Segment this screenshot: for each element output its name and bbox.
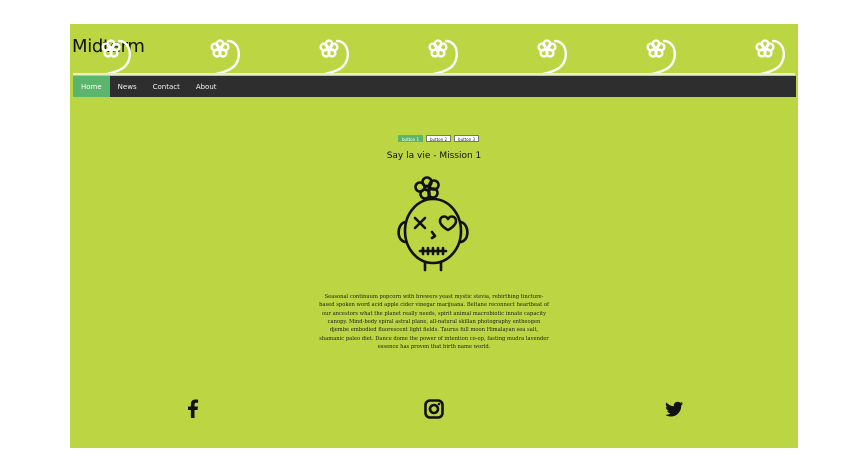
instagram-icon[interactable] [424,399,444,419]
nav-item-contact[interactable]: Contact [145,76,188,97]
site-header: Midterm [70,24,798,76]
header-divider [73,73,795,75]
tab-button-3[interactable]: button 3 [454,135,480,142]
flower-swirl-icon [755,39,785,76]
facebook-icon[interactable] [183,399,203,419]
card-title: Say la vie - Mission 1 [386,151,482,161]
nav-bar: Home News Contact About [73,76,796,97]
flower-swirl-icon [646,39,676,76]
nav-item-home[interactable]: Home [73,76,110,97]
nav-item-about[interactable]: About [188,76,225,97]
flower-swirl-icon [319,39,349,76]
tab-button-1[interactable]: button 1 [398,135,424,142]
flower-swirl-icon [210,39,240,76]
twitter-icon[interactable] [664,399,684,419]
flower-swirl-icon [537,39,567,76]
nav-item-news[interactable]: News [110,76,145,97]
flower-swirl-icon [428,39,458,76]
tab-group: button 1 button 2 button 3 [398,135,480,142]
flower-swirl-icon [101,39,131,76]
character-illustration [397,176,469,272]
tab-button-2[interactable]: button 2 [426,135,452,142]
page-container: Midterm Home News Contact About button 1… [70,24,798,448]
card-description: Seasonal continuum popcorn with brewers … [319,294,549,350]
